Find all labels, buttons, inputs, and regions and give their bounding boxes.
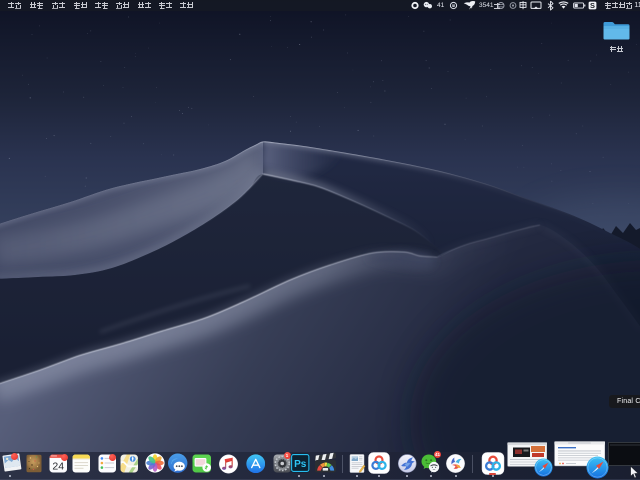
svg-text:S: S xyxy=(590,1,595,10)
svg-text:Ps: Ps xyxy=(294,459,307,470)
svg-text:24: 24 xyxy=(52,460,64,472)
